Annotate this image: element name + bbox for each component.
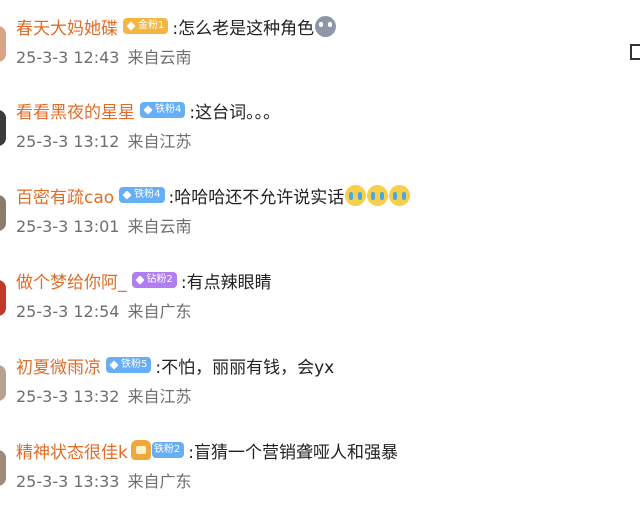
comment-meta: 25-3-3 12:43 来自云南 bbox=[16, 44, 191, 68]
comment-username[interactable]: 精神状态很佳k bbox=[16, 438, 128, 463]
comment-item: 看看黑夜的星星 铁粉4 :这台词。。。 25-3-3 13:12 来自江苏 bbox=[0, 84, 640, 168]
avatar[interactable] bbox=[0, 280, 6, 316]
crying-laughing-emoji-icon bbox=[345, 184, 367, 206]
comment-location: 来自云南 bbox=[127, 48, 192, 67]
diamond-icon bbox=[134, 275, 145, 285]
comment-meta: 25-3-3 13:01 来自云南 bbox=[16, 213, 191, 237]
avatar[interactable] bbox=[0, 26, 6, 62]
comment-text: :哈哈哈还不允许说实话 bbox=[168, 187, 345, 208]
collapse-icon[interactable] bbox=[630, 44, 640, 60]
fan-badge-label: 铁粉4 bbox=[155, 104, 182, 115]
comment-meta: 25-3-3 12:54 来自广东 bbox=[16, 298, 191, 322]
fan-badge-label: 铁粉4 bbox=[134, 189, 161, 200]
comment-text: :不怕，丽丽有钱，会yx bbox=[155, 357, 335, 378]
fan-badge[interactable]: 铁粉4 bbox=[140, 102, 186, 118]
fan-badge-label: 钻粉2 bbox=[146, 274, 173, 285]
comment-username[interactable]: 百密有疏cao bbox=[16, 183, 114, 208]
comment-item: 精神状态很佳k 铁粉2 :盲猜一个营销聋哑人和强暴 25-3-3 13:33 来自… bbox=[0, 424, 640, 508]
comment-text: :这台词。。。 bbox=[189, 102, 281, 123]
diamond-icon bbox=[126, 21, 136, 31]
comment-date: 25-3-3 13:33 bbox=[16, 472, 120, 491]
comment-location: 来自广东 bbox=[127, 472, 192, 491]
comment-text: :盲猜一个营销聋哑人和强暴 bbox=[188, 442, 398, 463]
comment-date: 25-3-3 13:32 bbox=[16, 387, 120, 406]
comment-date: 25-3-3 12:54 bbox=[16, 302, 120, 321]
comment-username[interactable]: 春天大妈她碟 bbox=[16, 14, 118, 39]
fan-badge-label: 铁粉5 bbox=[121, 359, 148, 370]
comment-username[interactable]: 初夏微雨凉 bbox=[16, 353, 101, 378]
fan-badge-label: 金粉1 bbox=[138, 20, 165, 31]
comment-date: 25-3-3 13:01 bbox=[16, 217, 120, 236]
diamond-icon bbox=[109, 360, 119, 370]
comment-item: 百密有疏cao 铁粉4 :哈哈哈还不允许说实话 25-3-3 13:01 来自云南 bbox=[0, 169, 640, 253]
crying-laughing-emoji-icon bbox=[389, 184, 411, 206]
comment-location: 来自云南 bbox=[127, 217, 192, 236]
crown-icon bbox=[130, 440, 151, 460]
comment-text: :怎么老是这种角色 bbox=[172, 18, 315, 39]
surprised-face-emoji-icon bbox=[315, 15, 337, 37]
comment-item: 初夏微雨凉 铁粉5 :不怕，丽丽有钱，会yx 25-3-3 13:32 来自江苏 bbox=[0, 339, 640, 423]
comment-date: 25-3-3 12:43 bbox=[16, 48, 120, 67]
avatar[interactable] bbox=[0, 365, 6, 401]
diamond-icon bbox=[143, 105, 153, 115]
avatar[interactable] bbox=[0, 450, 6, 486]
fan-badge[interactable]: 铁粉2 bbox=[151, 442, 185, 458]
comment-meta: 25-3-3 13:33 来自广东 bbox=[16, 468, 191, 492]
fan-badge[interactable]: 金粉1 bbox=[123, 18, 169, 34]
comment-meta: 25-3-3 13:32 来自江苏 bbox=[16, 383, 191, 407]
fan-badge[interactable]: 钻粉2 bbox=[131, 272, 177, 288]
crying-laughing-emoji-icon bbox=[367, 184, 389, 206]
diamond-icon bbox=[122, 190, 132, 200]
comment-username[interactable]: 看看黑夜的星星 bbox=[16, 98, 135, 123]
avatar[interactable] bbox=[0, 195, 6, 231]
comment-meta: 25-3-3 13:12 来自江苏 bbox=[16, 128, 191, 152]
comment-text: :有点辣眼睛 bbox=[180, 272, 272, 293]
comment-date: 25-3-3 13:12 bbox=[16, 132, 120, 151]
comment-location: 来自江苏 bbox=[127, 387, 192, 406]
fan-badge[interactable]: 铁粉5 bbox=[106, 357, 152, 373]
comment-location: 来自江苏 bbox=[127, 132, 192, 151]
comment-username[interactable]: 做个梦给你阿_ bbox=[16, 268, 127, 293]
comment-item: 春天大妈她碟 金粉1 :怎么老是这种角色 25-3-3 12:43 来自云南 bbox=[0, 0, 640, 84]
fan-badge[interactable]: 铁粉4 bbox=[119, 187, 165, 203]
avatar[interactable] bbox=[0, 110, 6, 146]
comment-item: 做个梦给你阿_ 钻粉2 :有点辣眼睛 25-3-3 12:54 来自广东 bbox=[0, 254, 640, 338]
comment-location: 来自广东 bbox=[127, 302, 192, 321]
fan-badge-label: 铁粉2 bbox=[153, 444, 181, 455]
